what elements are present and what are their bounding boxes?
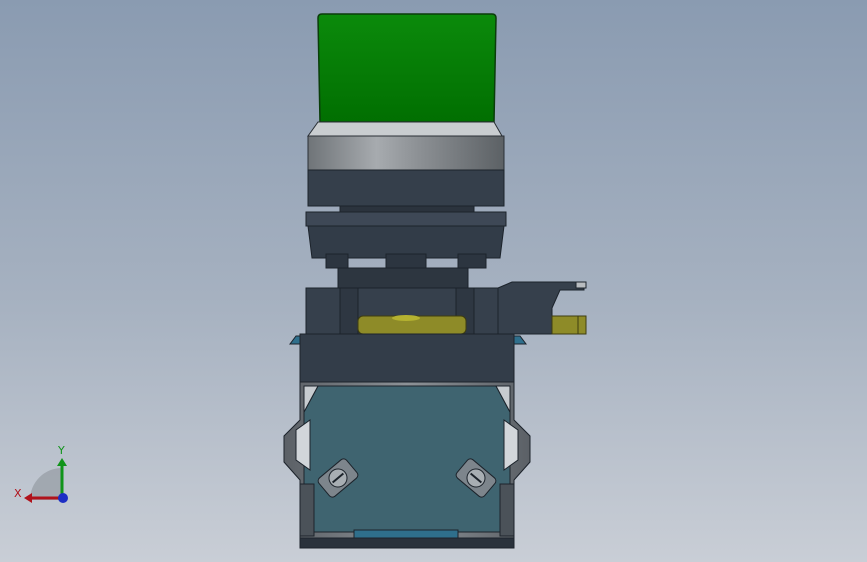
y-axis-label: Y [57, 444, 65, 457]
contact-block[interactable] [283, 381, 531, 549]
triad-plane-icon [30, 468, 62, 500]
push-button-model[interactable] [0, 0, 867, 562]
body-block[interactable] [299, 333, 515, 383]
graphics-viewport[interactable]: Y X [0, 0, 867, 562]
z-axis-origin-icon [58, 493, 68, 503]
upper-collar[interactable] [305, 169, 507, 269]
bezel-ring[interactable] [307, 121, 505, 171]
neck[interactable] [337, 267, 469, 289]
y-arrowhead-icon [57, 458, 67, 466]
green-actuator-cap[interactable] [317, 13, 497, 123]
x-arrowhead-icon [24, 493, 32, 503]
coordinate-triad: Y X [14, 444, 68, 503]
x-axis-label: X [14, 487, 22, 500]
